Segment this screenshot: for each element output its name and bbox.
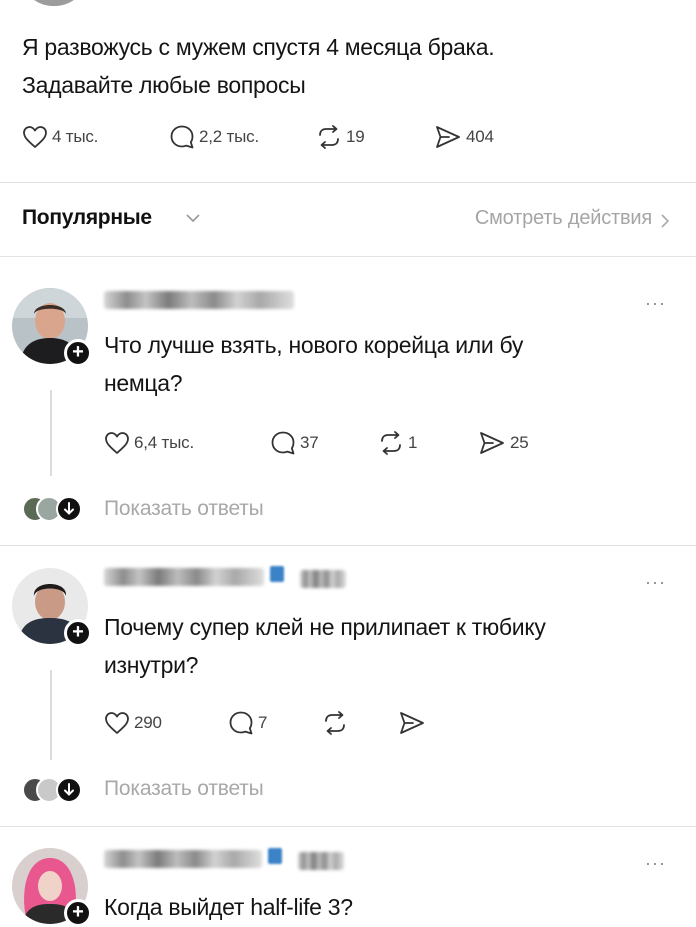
comment-actions: 6,4 тыс. 37 1 25: [104, 428, 584, 458]
divider: [0, 182, 696, 183]
like-count: 6,4 тыс.: [134, 433, 194, 452]
share-button[interactable]: 404: [434, 122, 494, 152]
comment-text: Когда выйдет half-life 3?: [104, 888, 664, 926]
comment-bubble-icon: [229, 711, 253, 735]
share-button[interactable]: [398, 708, 426, 738]
share-count: 25: [510, 433, 529, 452]
repost-button[interactable]: 19: [316, 122, 365, 152]
chevron-down-icon: [56, 777, 82, 803]
like-count: 290: [134, 713, 162, 732]
repost-icon: [325, 711, 345, 735]
share-button[interactable]: 25: [478, 428, 529, 458]
reply-button[interactable]: 7: [228, 708, 267, 738]
author-avatar[interactable]: [25, 0, 83, 6]
more-options-icon[interactable]: ···: [645, 572, 666, 593]
comment-line-2: немца?: [104, 370, 183, 396]
comment-line-1: Почему супер клей не прилипает к тюбику: [104, 614, 546, 640]
divider: [0, 256, 696, 257]
comment-line-1: Что лучше взять, нового корейца или бу: [104, 332, 524, 358]
plus-icon: +: [72, 901, 84, 923]
comment-text: Почему супер клей не прилипает к тюбику …: [104, 608, 664, 684]
reply-count: 37: [300, 433, 319, 452]
thread-line: [50, 390, 52, 476]
divider: [0, 545, 696, 546]
plus-icon: +: [72, 621, 84, 643]
reply-avatars[interactable]: [22, 777, 86, 803]
reply-button[interactable]: 2,2 тыс.: [169, 122, 259, 152]
plus-icon: +: [72, 341, 84, 363]
share-count: 404: [466, 127, 494, 146]
repost-count: 1: [408, 433, 418, 452]
repost-button[interactable]: [322, 708, 348, 738]
repost-icon: [381, 431, 401, 455]
heart-icon: [23, 126, 47, 148]
comment-actions: 290 7: [104, 708, 504, 738]
verified-badge: [270, 566, 284, 582]
comment-bubble-icon: [170, 125, 194, 149]
like-button[interactable]: 290: [104, 708, 162, 738]
username[interactable]: [104, 291, 294, 309]
heart-icon: [105, 432, 129, 454]
username[interactable]: [104, 850, 262, 868]
username-suffix: [298, 852, 344, 870]
repost-icon: [319, 125, 339, 149]
comment-line-1: Когда выйдет half-life 3?: [104, 894, 353, 920]
reply-avatars[interactable]: [22, 496, 86, 522]
follow-button[interactable]: +: [64, 899, 92, 927]
post-text: Я развожусь с мужем спустя 4 месяца брак…: [22, 28, 662, 104]
like-button[interactable]: 4 тыс.: [22, 122, 98, 152]
reply-button[interactable]: 37: [270, 428, 319, 458]
sort-dropdown[interactable]: Популярные: [22, 206, 152, 230]
send-icon: [480, 432, 504, 454]
comment-line-2: изнутри?: [104, 652, 199, 678]
send-icon: [436, 126, 460, 148]
chevron-down-icon: [56, 496, 82, 522]
chevron-right-icon[interactable]: [658, 213, 672, 229]
username[interactable]: [104, 568, 264, 586]
chevron-down-icon[interactable]: [185, 210, 201, 226]
view-activity-link[interactable]: Смотреть действия: [475, 207, 652, 230]
thread-line: [50, 670, 52, 760]
reply-count: 2,2 тыс.: [199, 127, 259, 146]
post-text-line-1: Я развожусь с мужем спустя 4 месяца брак…: [22, 34, 495, 60]
heart-icon: [105, 712, 129, 734]
reply-count: 7: [258, 713, 268, 732]
like-count: 4 тыс.: [52, 127, 99, 146]
post-actions: 4 тыс. 2,2 тыс. 19 404: [22, 122, 582, 152]
more-options-icon[interactable]: ···: [645, 853, 666, 874]
repost-count: 19: [346, 127, 365, 146]
show-replies-link[interactable]: Показать ответы: [104, 497, 264, 521]
divider: [0, 826, 696, 827]
verified-badge: [268, 848, 282, 864]
follow-button[interactable]: +: [64, 339, 92, 367]
username-suffix: [300, 570, 346, 588]
like-button[interactable]: 6,4 тыс.: [104, 428, 194, 458]
post-text-line-2: Задавайте любые вопросы: [22, 72, 306, 98]
comment-text: Что лучше взять, нового корейца или бу н…: [104, 326, 664, 402]
comment-bubble-icon: [271, 431, 295, 455]
more-options-icon[interactable]: ···: [645, 293, 666, 314]
send-icon: [400, 712, 424, 734]
repost-button[interactable]: 1: [378, 428, 417, 458]
show-replies-link[interactable]: Показать ответы: [104, 777, 264, 801]
follow-button[interactable]: +: [64, 619, 92, 647]
